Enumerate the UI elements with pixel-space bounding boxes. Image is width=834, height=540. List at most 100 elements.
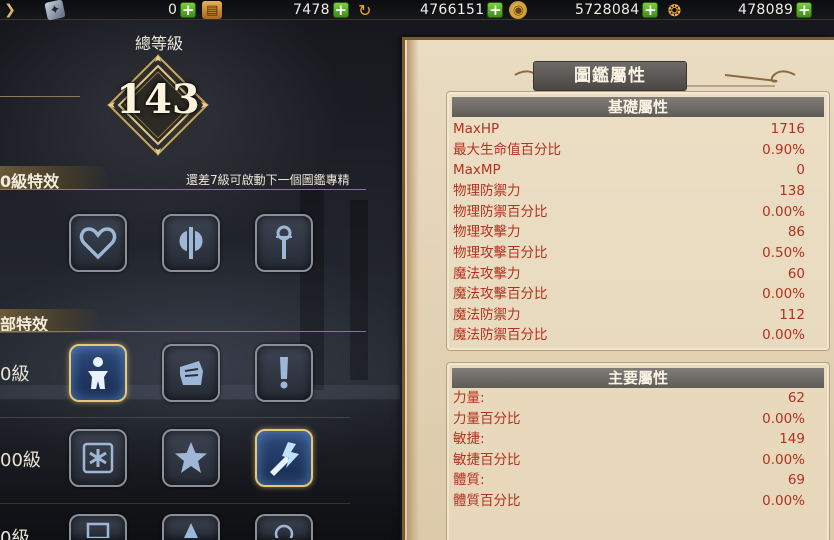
triangle-icon [184,523,198,538]
stat-value: 112 [779,307,805,323]
lightning-sword-icon [270,442,299,476]
row-level-label: 0級 [0,364,30,385]
stat-name: 力量百分比 [453,411,521,427]
stat-row: 敏捷百分比 0.00% [453,450,805,470]
stat-value: 0.00% [762,204,805,220]
divider [0,96,80,97]
currency-item-4: 478089 + [738,0,813,20]
row-level-label: 0級 [0,528,30,540]
stat-value: 60 [787,266,805,282]
stat-row: 物理防禦力 138 [453,181,805,201]
skill-slot[interactable] [69,344,127,402]
stat-row: 魔法防禦力 112 [453,305,805,325]
row-divider [0,417,350,418]
next-level-hint: 還差7級可啟動下一個圖鑑專精 [186,173,350,187]
stat-name: 魔法攻擊力 [453,266,521,282]
stat-name: MaxMP [453,162,501,178]
stat-name: 物理防禦百分比 [453,204,548,220]
stat-value: 1716 [770,121,805,137]
row-level-label: 00級 [0,450,41,471]
stat-row: 力量: 62 [453,388,805,408]
add-currency-button[interactable]: + [796,2,813,18]
heart-icon [79,227,117,260]
skill-slot[interactable] [255,214,313,272]
stat-value: 0.00% [762,286,805,302]
currency-item-1: 7478 + ↻ [293,0,375,20]
snowflake-icon [82,442,114,474]
currency-value: 4766151 [420,2,485,18]
basic-attributes-header: 基礎屬性 [452,97,824,117]
basic-attributes-box: 基礎屬性 MaxHP 1716 最大生命值百分比 0.90% MaxMP 0 物… [446,91,830,351]
currency-item-0: 0 + ▤ [168,0,223,20]
stat-row: 魔法攻擊力 60 [453,264,805,284]
shell-icon: ❂ [667,0,682,20]
stat-name: MaxHP [453,121,500,137]
staff-icon [276,225,292,259]
stat-row: 體質: 69 [453,470,805,490]
stat-name: 體質: [453,472,485,488]
currency-item-2: 4766151 + ◉ [420,0,528,20]
stat-row: 最大生命值百分比 0.90% [453,140,805,160]
stat-value: 138 [779,183,805,199]
skill-slot[interactable] [162,429,220,487]
skill-slot[interactable] [69,429,127,487]
stat-row: 敏捷: 149 [453,429,805,449]
stat-row: MaxHP 1716 [453,119,805,139]
fragment-icon: ❯ [4,2,16,18]
scroll-icon: ▤ [202,1,223,19]
stat-name: 物理攻擊百分比 [453,245,548,261]
skill-slot[interactable] [255,514,313,540]
stat-name: 力量: [453,390,485,406]
stat-value: 0.00% [762,452,805,468]
stat-name: 敏捷百分比 [453,452,521,468]
stat-row: 魔法防禦百分比 0.00% [453,325,805,345]
add-currency-button[interactable]: + [180,2,197,18]
stat-name: 物理攻擊力 [453,224,521,240]
total-level-value: 143 [116,76,200,123]
skill-slot[interactable] [255,344,313,402]
stat-name: 魔法攻擊百分比 [453,286,548,302]
orb-icon [274,524,294,538]
stat-name: 物理防禦力 [453,183,521,199]
card-icon: ✦ [44,0,66,21]
section-header: 0級特效 [0,166,120,191]
section-header: 部特效 [0,309,110,334]
add-currency-button[interactable]: + [487,2,504,18]
stat-value: 0 [796,162,805,178]
currency-item-3: 5728084 + ❂ [575,0,684,20]
currency-value: 0 [168,2,178,18]
stat-row: 物理攻擊力 86 [453,222,805,242]
stat-name: 魔法防禦力 [453,307,521,323]
stat-value: 69 [787,472,805,488]
skill-slot[interactable] [162,214,220,272]
skill-slot[interactable] [162,344,220,402]
add-currency-button[interactable]: + [332,2,349,18]
star-icon [175,442,207,473]
stat-name: 最大生命值百分比 [453,142,561,158]
stat-row: 魔法攻擊百分比 0.00% [453,284,805,304]
skill-slot[interactable] [162,514,220,540]
divider [0,189,366,190]
stat-value: 149 [779,431,805,447]
collection-attributes-panel: 圖鑑屬性 基礎屬性 MaxHP 1716 最大生命值百分比 0.90% MaxM… [402,37,834,540]
stat-name: 敏捷: [453,431,485,447]
shield-icon [86,522,110,538]
stat-value: 86 [787,224,805,240]
stat-row: MaxMP 0 [453,160,805,180]
swirl-icon: ↻ [358,0,372,20]
fist-icon [180,361,203,385]
axe-icon [179,227,203,259]
skill-slot[interactable] [255,429,313,487]
stat-name: 體質百分比 [453,493,521,509]
currency-value: 478089 [738,2,794,18]
total-level-label: 總等級 [134,34,183,53]
gold-coin-icon: ◉ [509,1,528,19]
stat-value: 0.00% [762,327,805,343]
skill-slot[interactable] [69,214,127,272]
skill-slot[interactable] [69,514,127,540]
panel-title: 圖鑑屬性 [533,61,687,91]
stat-row: 體質百分比 0.00% [453,491,805,511]
gem-icon [280,357,288,389]
stat-value: 62 [787,390,805,406]
add-currency-button[interactable]: + [642,2,659,18]
